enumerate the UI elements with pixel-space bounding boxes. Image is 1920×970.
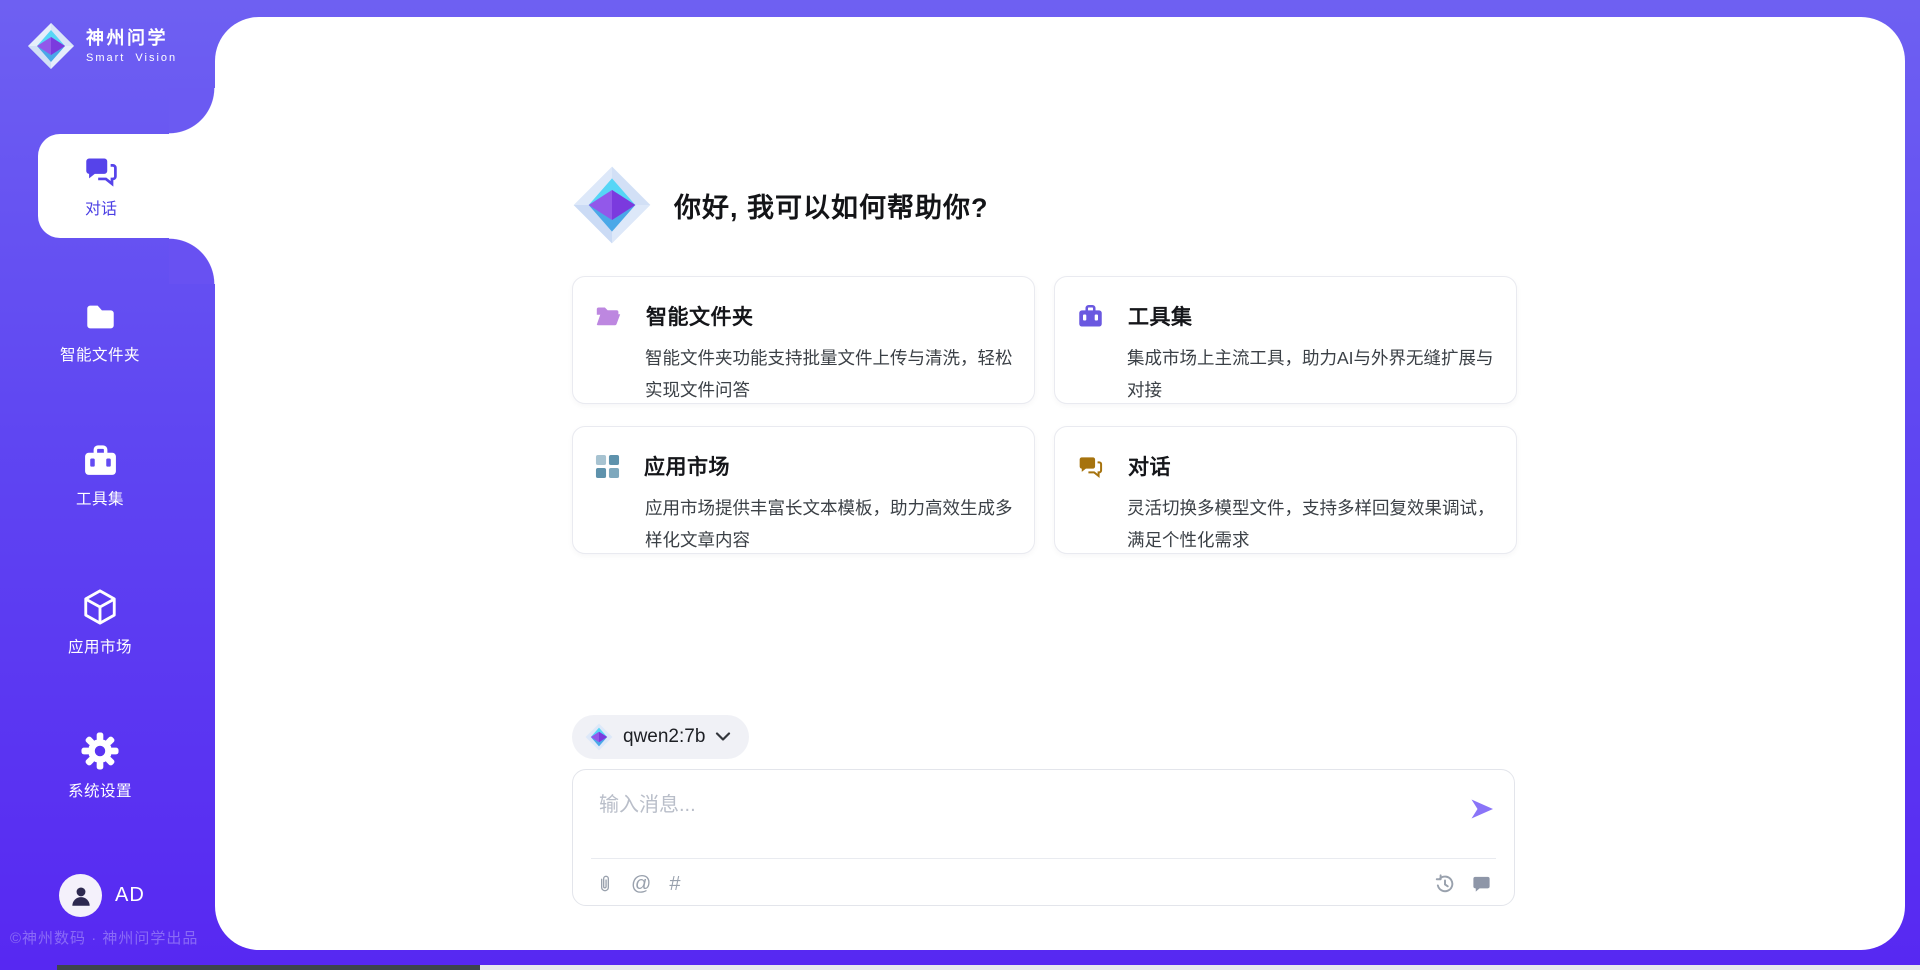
folder-open-icon bbox=[595, 305, 622, 328]
card-title: 对话 bbox=[1128, 451, 1171, 481]
send-icon bbox=[1469, 796, 1495, 822]
bottom-edge-dark bbox=[57, 965, 480, 970]
message-composer: @ # bbox=[572, 769, 1515, 906]
sidebar-item-label: 系统设置 bbox=[68, 779, 132, 801]
composer-divider bbox=[591, 858, 1496, 859]
avatar bbox=[59, 874, 102, 917]
conversations-button[interactable] bbox=[1471, 874, 1492, 895]
card-description: 应用市场提供丰富长文本模板，助力高效生成多样化文章内容 bbox=[645, 492, 1014, 556]
at-icon: @ bbox=[631, 874, 651, 894]
paperclip-icon bbox=[597, 871, 613, 897]
card-app-market[interactable]: 应用市场 应用市场提供丰富长文本模板，助力高效生成多样化文章内容 bbox=[572, 426, 1035, 554]
cube-icon bbox=[82, 588, 118, 626]
copyright-text: ©神州数码 · 神州问学出品 bbox=[10, 927, 198, 948]
tab-fillet-bottom bbox=[169, 238, 215, 284]
grid-icon bbox=[595, 454, 620, 479]
chat-home-content: 你好, 我可以如何帮助你? 智能文件夹 智能文件夹功能支持批量文件上传与清洗，轻… bbox=[572, 17, 1517, 950]
tab-fillet-top bbox=[169, 88, 215, 134]
card-smart-folder[interactable]: 智能文件夹 智能文件夹功能支持批量文件上传与清洗，轻松实现文件问答 bbox=[572, 276, 1035, 404]
person-icon bbox=[68, 883, 94, 909]
hashtag-button[interactable]: # bbox=[669, 874, 680, 894]
message-input[interactable] bbox=[597, 786, 1441, 852]
sidebar-item-app-market[interactable]: 应用市场 bbox=[0, 588, 200, 657]
main-panel: 你好, 我可以如何帮助你? 智能文件夹 智能文件夹功能支持批量文件上传与清洗，轻… bbox=[215, 17, 1905, 950]
brand-logo: 神州问学 Smart Vision bbox=[27, 22, 177, 70]
card-title: 工具集 bbox=[1128, 301, 1193, 331]
sidebar-item-label: 工具集 bbox=[76, 487, 124, 509]
brand-diamond-icon bbox=[27, 22, 75, 70]
greeting-block: 你好, 我可以如何帮助你? bbox=[572, 165, 989, 245]
card-description: 灵活切换多模型文件，支持多样回复效果调试，满足个性化需求 bbox=[1127, 492, 1496, 556]
user-profile[interactable]: AD bbox=[59, 874, 145, 917]
sidebar-item-smart-folder[interactable]: 智能文件夹 bbox=[0, 300, 200, 365]
chevron-down-icon bbox=[715, 732, 731, 742]
composer-toolbar: @ # bbox=[597, 869, 1492, 899]
toolbox-icon bbox=[82, 443, 119, 478]
chat-square-icon bbox=[1471, 874, 1492, 895]
sidebar-item-label: 对话 bbox=[85, 195, 117, 219]
sidebar: 神州问学 Smart Vision 对话 智能文件夹 工具集 bbox=[0, 0, 215, 970]
brand-diamond-icon bbox=[572, 165, 652, 245]
card-toolset[interactable]: 工具集 集成市场上主流工具，助力AI与外界无缝扩展与对接 bbox=[1054, 276, 1517, 404]
sidebar-item-label: 智能文件夹 bbox=[60, 343, 140, 365]
brand-name-cn: 神州问学 bbox=[86, 27, 177, 49]
toolbox-icon bbox=[1077, 303, 1104, 329]
attach-file-button[interactable] bbox=[597, 871, 613, 897]
mention-button[interactable]: @ bbox=[631, 874, 651, 894]
chat-bubbles-icon bbox=[1077, 454, 1104, 479]
sidebar-item-settings[interactable]: 系统设置 bbox=[0, 732, 200, 801]
feature-cards: 智能文件夹 智能文件夹功能支持批量文件上传与清洗，轻松实现文件问答 工具集 集成… bbox=[572, 276, 1517, 554]
greeting-title: 你好, 我可以如何帮助你? bbox=[674, 186, 989, 225]
brand-name-en: Smart Vision bbox=[86, 51, 177, 65]
card-chat[interactable]: 对话 灵活切换多模型文件，支持多样回复效果调试，满足个性化需求 bbox=[1054, 426, 1517, 554]
hash-icon: # bbox=[669, 874, 680, 894]
card-description: 智能文件夹功能支持批量文件上传与清洗，轻松实现文件问答 bbox=[645, 342, 1014, 406]
send-button[interactable] bbox=[1468, 796, 1496, 824]
sidebar-item-chat[interactable]: 对话 bbox=[38, 134, 215, 238]
model-name: qwen2:7b bbox=[623, 726, 705, 748]
sidebar-item-label: 应用市场 bbox=[68, 635, 132, 657]
folder-icon bbox=[82, 300, 119, 334]
history-button[interactable] bbox=[1434, 873, 1456, 895]
chat-bubbles-icon bbox=[82, 154, 120, 188]
card-description: 集成市场上主流工具，助力AI与外界无缝扩展与对接 bbox=[1127, 342, 1496, 406]
history-icon bbox=[1434, 873, 1456, 895]
model-selector[interactable]: qwen2:7b bbox=[572, 715, 749, 759]
model-diamond-icon bbox=[585, 723, 613, 751]
bottom-edge-light bbox=[480, 965, 1920, 970]
gear-icon bbox=[81, 732, 119, 770]
card-title: 应用市场 bbox=[644, 451, 730, 481]
card-title: 智能文件夹 bbox=[646, 301, 754, 331]
sidebar-item-toolset[interactable]: 工具集 bbox=[0, 443, 200, 509]
user-initials: AD bbox=[115, 884, 145, 907]
